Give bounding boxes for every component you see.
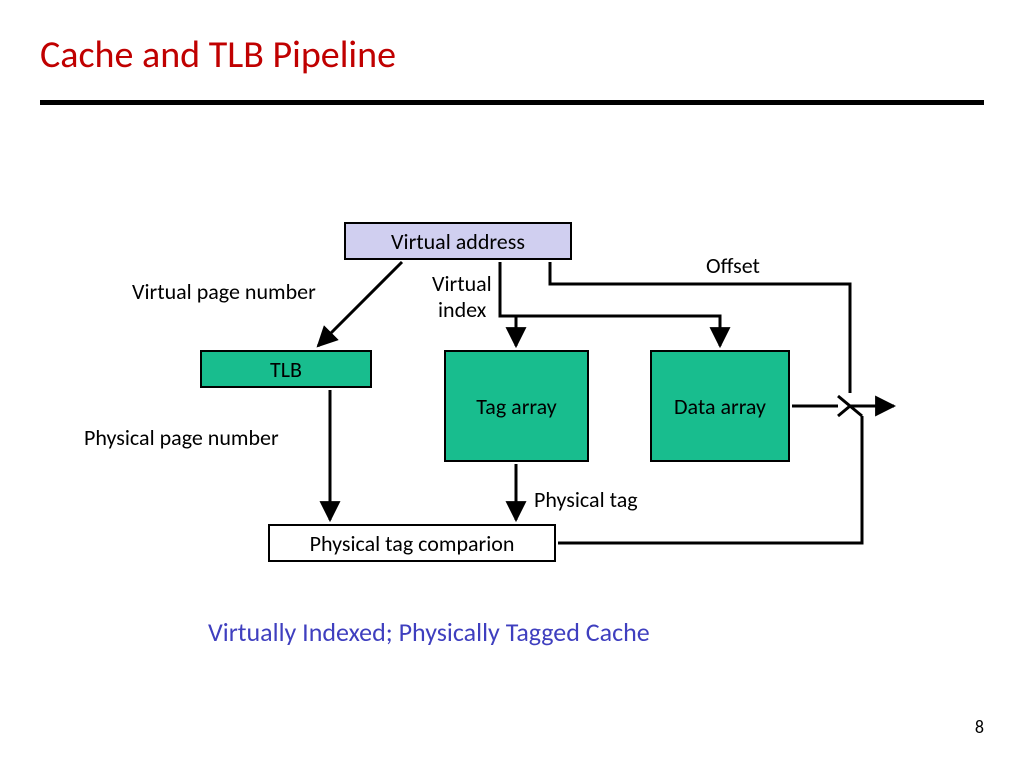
label-virtual-index-1: Virtual	[432, 270, 492, 297]
box-virtual-address: Virtual address	[344, 222, 572, 260]
mux-top-in	[838, 396, 850, 416]
box-data-array: Data array	[650, 350, 790, 462]
label-physical-page-number: Physical page number	[84, 424, 279, 451]
label-virtual-page-number: Virtual page number	[132, 278, 316, 305]
page-number: 8	[975, 716, 984, 738]
arrow-vindex-to-data-array	[516, 316, 720, 346]
footer-caption: Virtually Indexed; Physically Tagged Cac…	[208, 616, 650, 648]
box-physical-tag-comparison: Physical tag comparion	[268, 524, 556, 562]
mux-bottom-in	[850, 406, 862, 416]
box-tag-array: Tag array	[444, 350, 589, 462]
label-virtual-index-2: index	[438, 296, 486, 323]
arrow-vaddr-to-tlb	[318, 262, 402, 346]
label-physical-tag: Physical tag	[534, 486, 638, 513]
box-tlb: TLB	[200, 350, 372, 388]
label-offset: Offset	[706, 252, 760, 279]
slide-title: Cache and TLB Pipeline	[40, 32, 396, 78]
title-underline	[40, 100, 984, 105]
arrow-vaddr-to-tag-array	[500, 262, 516, 346]
